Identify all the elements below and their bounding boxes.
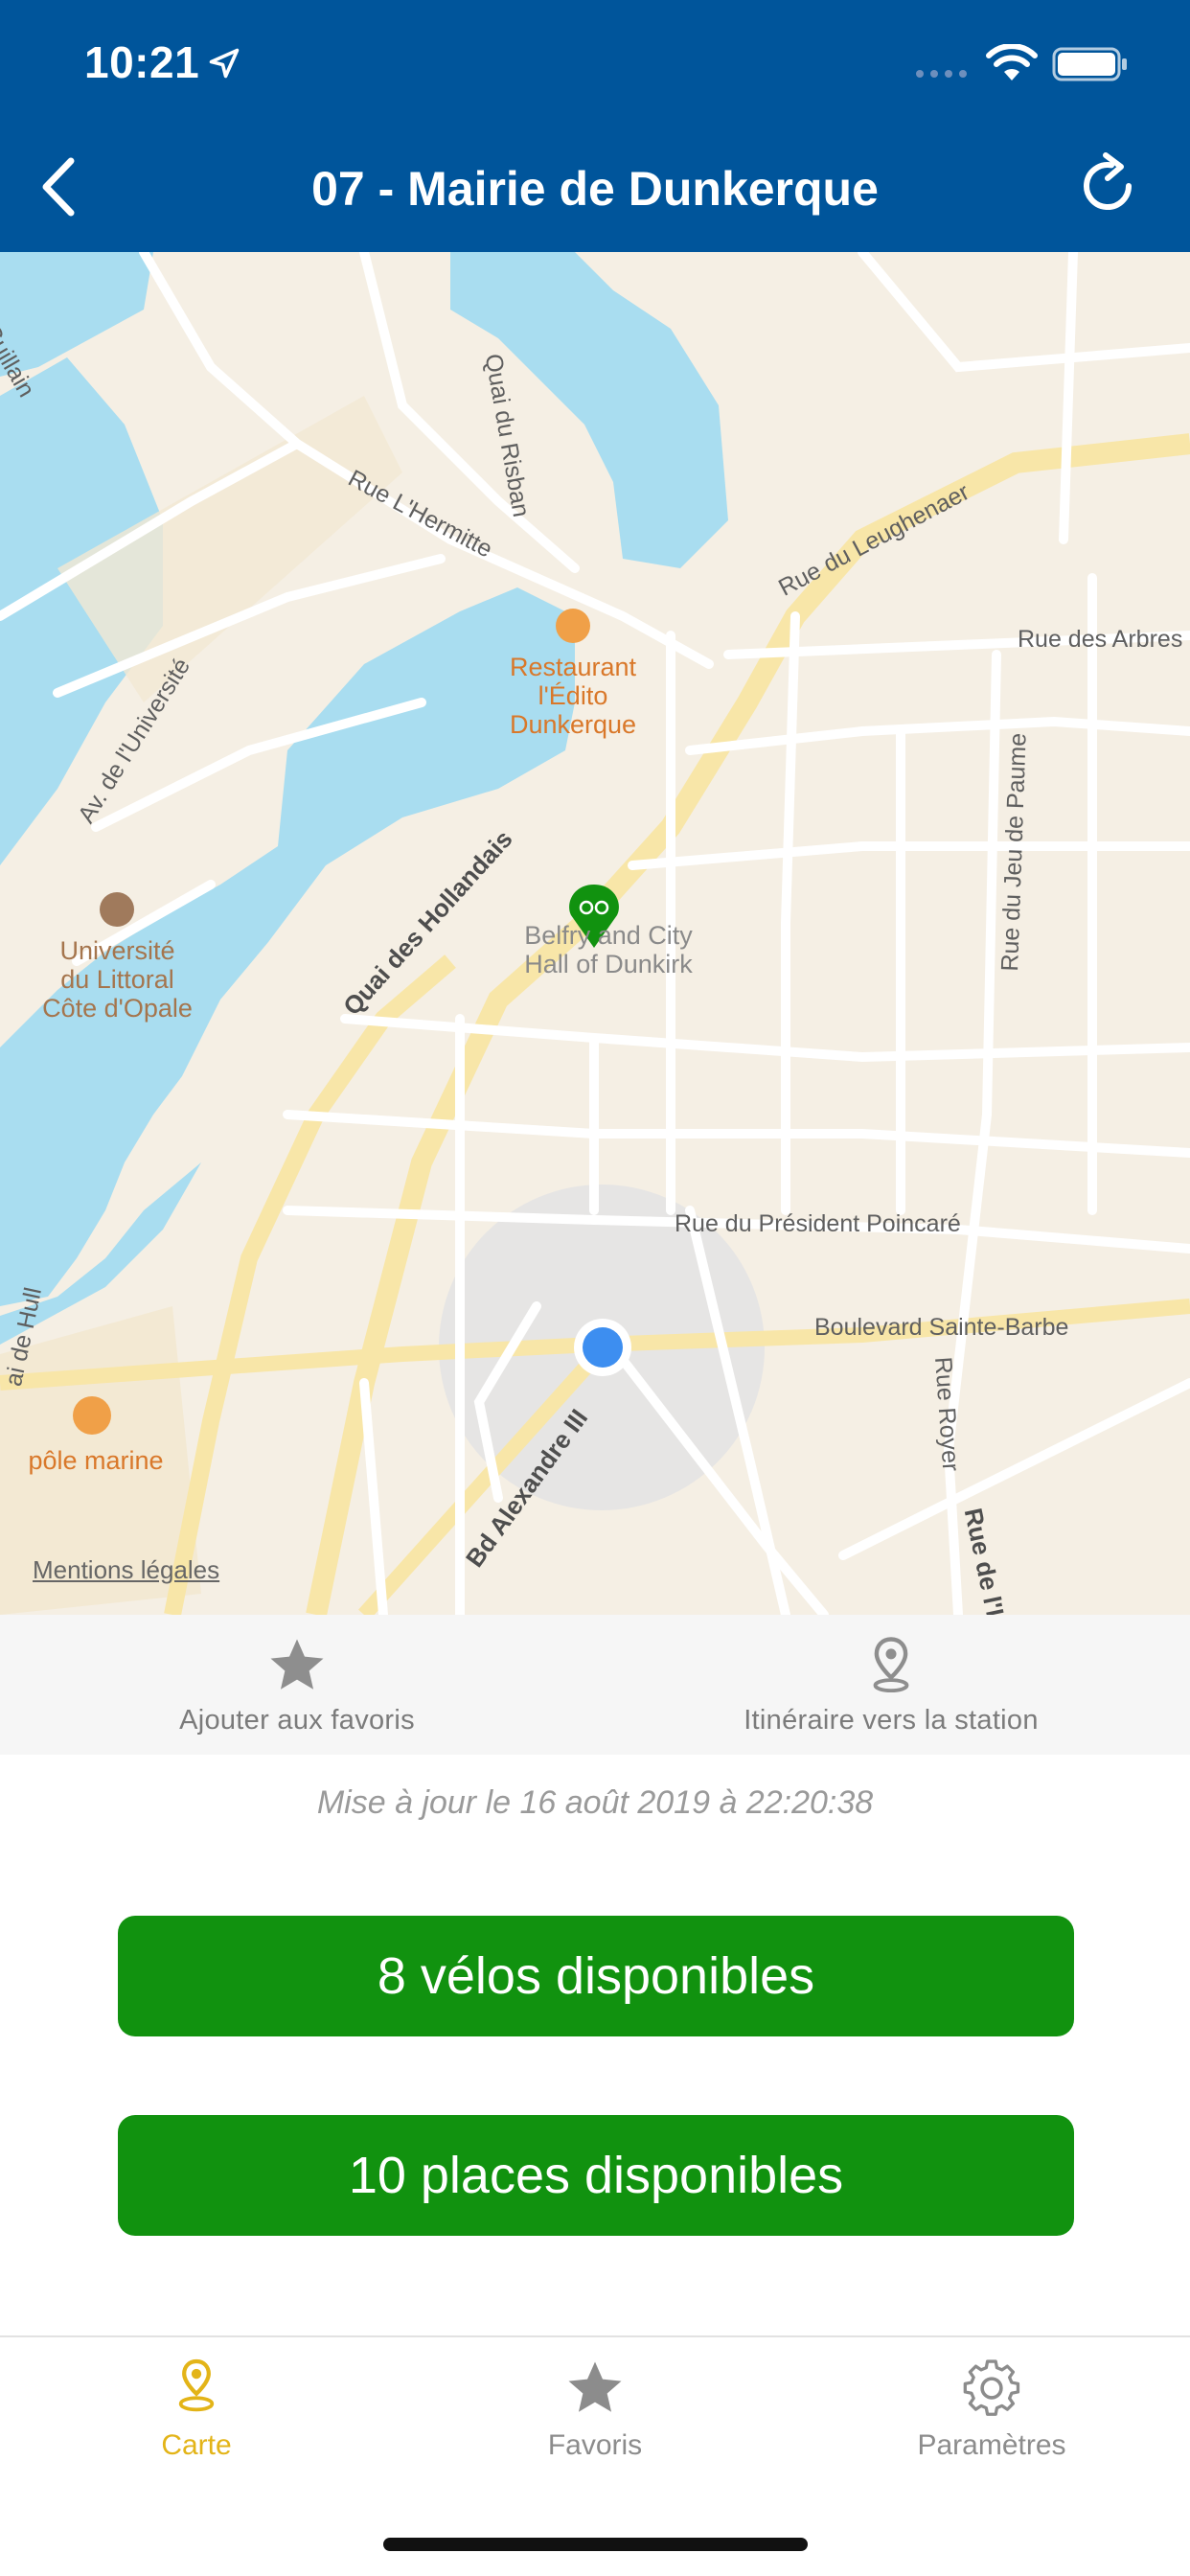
tab-map[interactable]: Carte (53, 2357, 340, 2462)
cellular-signal-icon (916, 70, 967, 78)
last-update-text: Mise à jour le 16 août 2019 à 22:20:38 (316, 1784, 874, 1821)
add-favorite-button[interactable]: Ajouter aux favoris (115, 1615, 479, 1755)
wifi-icon (986, 44, 1038, 80)
station-map[interactable]: Guillain Quai du Risban Rue L'Hermitte R… (0, 252, 1190, 1615)
poi-restaurant-label[interactable]: Restaurant l'Édito Dunkerque (468, 653, 678, 739)
itinerary-button[interactable]: Itinéraire vers la station (699, 1615, 1083, 1755)
gear-icon (963, 2359, 1020, 2416)
street-label: Rue du Président Poincaré (675, 1210, 961, 1237)
poi-belfry-label[interactable]: Belfry and City Hall of Dunkirk (479, 921, 738, 978)
street-label: Boulevard Sainte-Barbe (814, 1314, 1069, 1341)
itinerary-label: Itinéraire vers la station (744, 1705, 1039, 1736)
map-pin-icon (178, 2358, 215, 2412)
navigation-header: 10:21 07 - Mairie de Dunkerque (0, 0, 1190, 252)
tab-favorites[interactable]: Favoris (451, 2357, 739, 2462)
app-screen: 10:21 07 - Mairie de Dunkerque Guillain … (0, 0, 1190, 2576)
battery-icon (1052, 47, 1127, 81)
tab-map-label: Carte (161, 2429, 232, 2461)
tab-favorites-label: Favoris (547, 2429, 643, 2461)
poi-university-label[interactable]: Université du Littoral Côte d'Opale (0, 936, 235, 1023)
location-pin-icon (873, 1637, 909, 1693)
location-arrow-icon (209, 48, 240, 79)
map-legal-link[interactable]: Mentions légales (33, 1555, 219, 1585)
star-icon (270, 1639, 324, 1690)
tab-settings[interactable]: Paramètres (848, 2357, 1135, 2462)
page-title: 07 - Mairie de Dunkerque (311, 162, 879, 216)
back-button[interactable] (33, 153, 90, 220)
street-label: Rue des Arbres (1018, 626, 1183, 653)
docks-available-button[interactable]: 10 places disponibles (118, 2115, 1074, 2236)
star-icon (568, 2361, 622, 2412)
add-favorite-label: Ajouter aux favoris (179, 1705, 415, 1736)
station-action-bar: Ajouter aux favoris Itinéraire vers la s… (0, 1615, 1190, 1755)
status-time: 10:21 (84, 37, 200, 87)
tab-settings-label: Paramètres (917, 2429, 1066, 2461)
refresh-button[interactable] (1073, 151, 1142, 220)
bikes-available-button[interactable]: 8 vélos disponibles (118, 1916, 1074, 2036)
home-indicator[interactable] (383, 2538, 808, 2551)
poi-pole-marine-label[interactable]: pôle marine (0, 1446, 192, 1475)
